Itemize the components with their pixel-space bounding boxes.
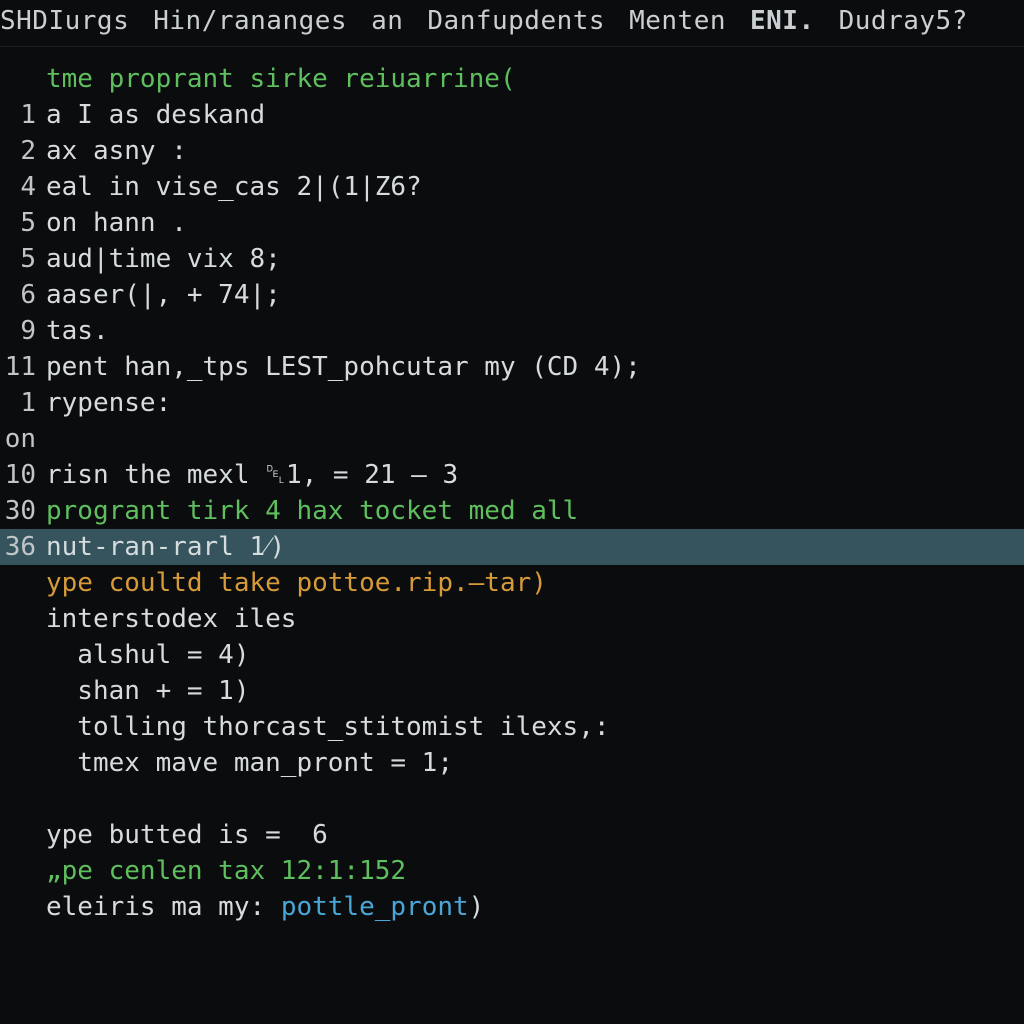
code-line[interactable]: „pe cenlen tax 12:1:152 [0,853,1024,889]
code-text: tas. [46,313,1024,349]
line-number: 9 [0,313,46,349]
code-text: tme proprant sirke reiuarrine( [46,61,1024,97]
menu-item[interactable]: SHDIurgs [0,6,129,36]
code-text: eleiris ma my: pottle_pront) [46,889,1024,925]
line-number: 1 [0,385,46,421]
code-line[interactable]: on [0,421,1024,457]
menu-item[interactable]: Menten [629,6,726,36]
code-line[interactable]: tolling thorcast_stitomist ilexs,: [0,709,1024,745]
code-line[interactable]: ype coultd take pottoe.rip.–tar) [0,565,1024,601]
menu-item[interactable]: Danfupdents [427,6,605,36]
line-number: 2 [0,133,46,169]
line-number: 4 [0,169,46,205]
code-line[interactable]: 1a I as deskand [0,97,1024,133]
code-text: nut-ran-rarl 1⁄) [46,529,1024,565]
code-line[interactable] [0,781,1024,817]
line-number: 36 [0,529,46,565]
line-number: 5 [0,241,46,277]
code-text: progrant tirk 4 hax tocket med all [46,493,1024,529]
code-text: „pe cenlen tax 12:1:152 [46,853,1024,889]
menu-item[interactable]: an [371,6,403,36]
menu-item[interactable]: ENI. [750,6,815,36]
code-text: pent han,_tps LEST_pohcutar my (CD 4); [46,349,1024,385]
code-line[interactable]: 36nut-ran-rarl 1⁄) [0,529,1024,565]
code-text: alshul = 4) [46,637,1024,673]
code-line[interactable]: 6aaser(|, + 74|; [0,277,1024,313]
code-line[interactable]: tmex mave man_pront = 1; [0,745,1024,781]
line-number: on [0,421,46,457]
code-text: rypense: [46,385,1024,421]
code-line[interactable]: 4eal in vise_cas 2|(1|Z6? [0,169,1024,205]
line-number: 11 [0,349,46,385]
code-text: aud|time vix 8; [46,241,1024,277]
code-line[interactable]: 5aud|time vix 8; [0,241,1024,277]
code-text: ype butted is = 6 [46,817,1024,853]
code-line[interactable]: 11pent han,_tps LEST_pohcutar my (CD 4); [0,349,1024,385]
code-line[interactable]: tme proprant sirke reiuarrine( [0,61,1024,97]
menu-item[interactable]: Dudray5? [839,6,968,36]
code-editor[interactable]: tme proprant sirke reiuarrine(1a I as de… [0,47,1024,925]
code-line[interactable]: 9tas. [0,313,1024,349]
code-line[interactable]: ype butted is = 6 [0,817,1024,853]
code-line[interactable]: alshul = 4) [0,637,1024,673]
code-text: tmex mave man_pront = 1; [46,745,1024,781]
code-text: interstodex iles [46,601,1024,637]
code-line[interactable]: 30progrant tirk 4 hax tocket med all [0,493,1024,529]
code-line[interactable]: 2ax asny : [0,133,1024,169]
code-text: a I as deskand [46,97,1024,133]
line-number: 30 [0,493,46,529]
code-text: on hann . [46,205,1024,241]
menu-item[interactable]: Hin/rananges [153,6,347,36]
code-line[interactable]: interstodex iles [0,601,1024,637]
line-number: 5 [0,205,46,241]
code-text: shan + = 1) [46,673,1024,709]
code-text: ax asny : [46,133,1024,169]
line-number: 6 [0,277,46,313]
code-line[interactable]: 10risn the mexl ␡1, = 21 – 3 [0,457,1024,493]
code-text: ype coultd take pottoe.rip.–tar) [46,565,1024,601]
code-line[interactable]: eleiris ma my: pottle_pront) [0,889,1024,925]
code-line[interactable]: 5on hann . [0,205,1024,241]
code-text: eal in vise_cas 2|(1|Z6? [46,169,1024,205]
code-line[interactable]: 1rypense: [0,385,1024,421]
code-text: aaser(|, + 74|; [46,277,1024,313]
line-number: 1 [0,97,46,133]
menu-bar: SHDIurgs Hin/rananges an Danfupdents Menten E… [0,0,1024,47]
code-text: tolling thorcast_stitomist ilexs,: [46,709,1024,745]
code-line[interactable]: shan + = 1) [0,673,1024,709]
line-number: 10 [0,457,46,493]
code-text: risn the mexl ␡1, = 21 – 3 [46,457,1024,493]
